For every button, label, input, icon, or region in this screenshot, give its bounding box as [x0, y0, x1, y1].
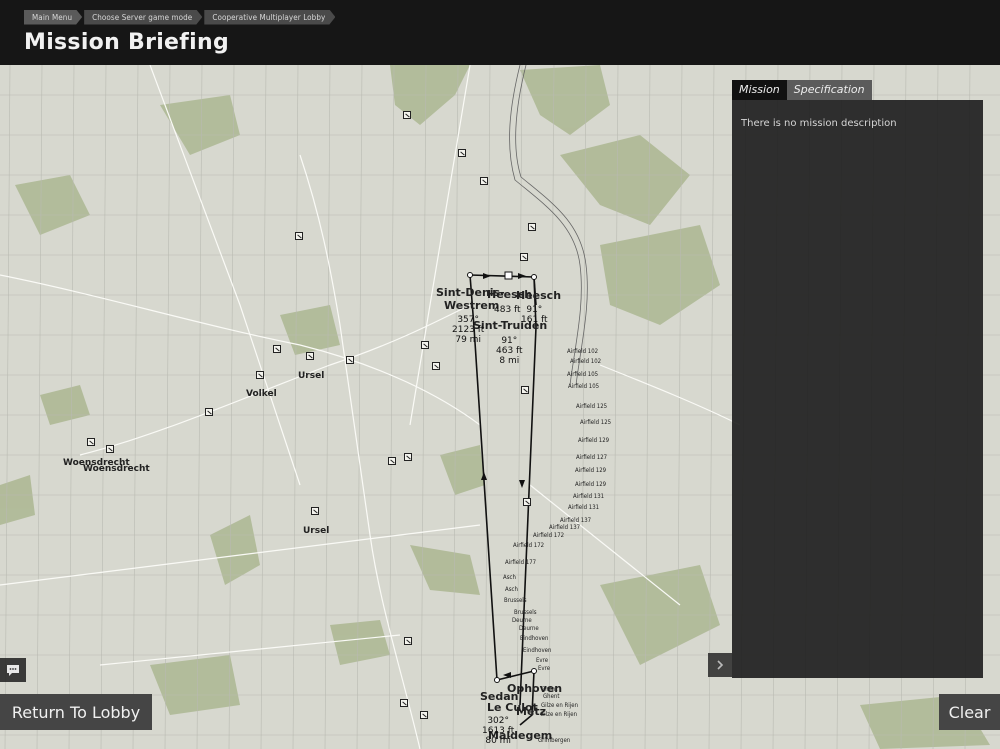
airfield-marker-icon[interactable]	[106, 445, 114, 453]
waypoint-info: 483 ft	[494, 305, 521, 315]
airfield-marker-icon[interactable]	[432, 362, 440, 370]
airfield-marker-icon[interactable]	[404, 637, 412, 645]
city-label-volkel: Volkel	[246, 389, 277, 399]
airfield-label: Evre	[538, 665, 551, 672]
breadcrumb: Main Menu Choose Server game mode Cooper…	[24, 9, 337, 25]
tab-specification[interactable]: Specification	[786, 80, 872, 100]
airfield-label: Airfield 105	[568, 383, 600, 390]
airfield-label: Brussels	[504, 597, 527, 604]
airfield-label: Gilze en Rijen	[541, 702, 579, 709]
city-label-ursel-2: Ursel	[303, 526, 330, 536]
airfield-label: Eindhoven	[523, 647, 552, 654]
airfield-label: Airfield 131	[568, 504, 600, 511]
airfield-label: Ghent	[543, 693, 560, 700]
airfield-label: Airfield 102	[570, 358, 602, 365]
tab-mission[interactable]: Mission	[732, 80, 787, 100]
airfield-marker-icon[interactable]	[256, 371, 264, 379]
return-to-lobby-button[interactable]: Return To Lobby	[0, 694, 152, 730]
breadcrumb-main-menu[interactable]: Main Menu	[24, 10, 82, 25]
waypoint-info: 91° 161 ft	[521, 305, 548, 325]
airfield-marker-icon[interactable]	[523, 498, 531, 506]
airfield-marker-icon[interactable]	[346, 356, 354, 364]
airfield-label: Asch	[503, 574, 516, 581]
airfield-label: Deurne	[512, 617, 532, 624]
airfield-label: Airfield 172	[513, 542, 545, 549]
airfield-marker-icon[interactable]	[205, 408, 213, 416]
airfield-label: Airfield 102	[567, 348, 599, 355]
airfield-marker-icon[interactable]	[388, 457, 396, 465]
chevron-right-icon	[717, 660, 724, 670]
airfield-marker-icon[interactable]	[520, 253, 528, 261]
airfield-label: Grimbergen	[538, 737, 571, 744]
airfield-marker-icon[interactable]	[306, 352, 314, 360]
airfield-label: Airfield 129	[575, 467, 607, 474]
airfield-label: Airfield 131	[573, 493, 605, 500]
airfield-label: Airfield 129	[575, 481, 607, 488]
briefing-tabs: Mission Specification	[732, 80, 983, 100]
airfield-label: Airfield 137	[549, 524, 581, 531]
airfield-label: Airfield 172	[533, 532, 565, 539]
page-title: Mission Briefing	[24, 30, 230, 55]
city-label-woensdrecht-2: Woensdrecht	[83, 464, 150, 474]
chat-button[interactable]	[0, 658, 26, 682]
airfield-label: Ghent	[541, 686, 558, 693]
breadcrumb-choose-server-game-mode[interactable]: Choose Server game mode	[84, 10, 202, 25]
chat-bubble-icon	[7, 665, 19, 676]
airfield-marker-icon[interactable]	[273, 345, 281, 353]
airfield-marker-icon[interactable]	[420, 711, 428, 719]
airfield-marker-icon[interactable]	[404, 453, 412, 461]
airfield-label: Evre	[536, 657, 549, 664]
airfield-marker-icon[interactable]	[521, 386, 529, 394]
airfield-marker-icon[interactable]	[311, 507, 319, 515]
airfield-label: Deurne	[519, 625, 539, 632]
airfield-label: Airfield 125	[580, 419, 612, 426]
airfield-label: Airfield 137	[560, 517, 592, 524]
airfield-marker-icon[interactable]	[87, 438, 95, 446]
mission-description: There is no mission description	[741, 118, 897, 129]
city-label-ursel: Ursel	[298, 371, 325, 381]
airfield-label: Gilze en Rijen	[540, 711, 578, 718]
airfield-marker-icon[interactable]	[458, 149, 466, 157]
airfield-label: Airfield 127	[576, 454, 608, 461]
airfield-label: Airfield 105	[567, 371, 599, 378]
airfield-marker-icon[interactable]	[480, 177, 488, 185]
airfield-label: Asch	[505, 586, 518, 593]
airfield-label: Eindhoven	[520, 635, 549, 642]
airfield-label: Airfield 125	[576, 403, 608, 410]
clear-button[interactable]: Clear	[939, 694, 1000, 730]
airfield-marker-icon[interactable]	[400, 699, 408, 707]
breadcrumb-cooperative-lobby[interactable]: Cooperative Multiplayer Lobby	[204, 10, 335, 25]
waypoint-info: 91° 463 ft 8 mi	[496, 336, 523, 366]
waypoint-info: 357° 2123 ft 79 mi	[452, 315, 485, 345]
airfield-label: Airfield 129	[578, 437, 610, 444]
airfield-label: Airfield 177	[505, 559, 537, 566]
airfield-marker-icon[interactable]	[295, 232, 303, 240]
airfield-marker-icon[interactable]	[528, 223, 536, 231]
route-city-heesch-2: Heesch	[516, 289, 562, 302]
airfield-marker-icon[interactable]	[421, 341, 429, 349]
briefing-content: There is no mission description	[732, 100, 983, 678]
briefing-panel: Mission Specification There is no missio…	[732, 80, 983, 678]
waypoint-info: 302° 1613 ft 80 mi	[482, 716, 515, 746]
airfield-marker-icon[interactable]	[403, 111, 411, 119]
panel-toggle-button[interactable]	[708, 653, 732, 677]
airfield-label: Brussels	[514, 609, 537, 616]
header-bar: Main Menu Choose Server game mode Cooper…	[0, 0, 1000, 65]
